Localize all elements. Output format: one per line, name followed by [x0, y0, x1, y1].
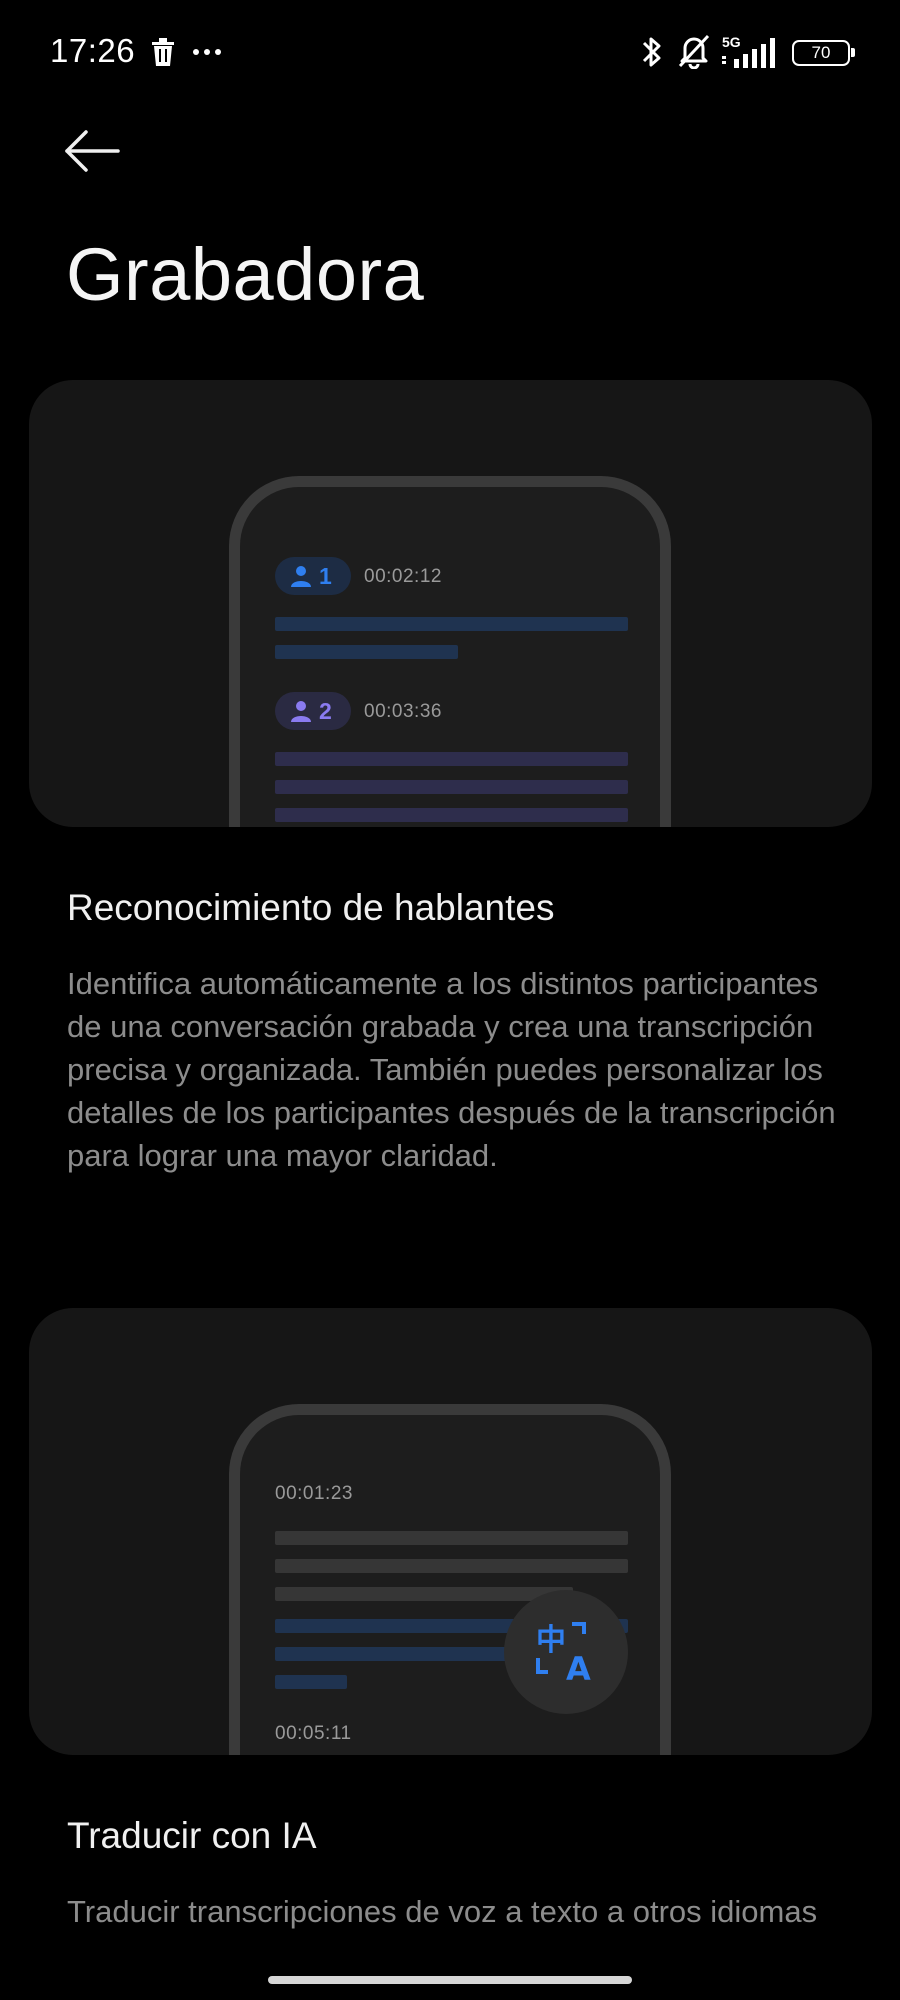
- status-bar: 17:26 5G 70: [0, 0, 900, 105]
- speaker-number: 2: [319, 697, 332, 724]
- person-icon: [291, 701, 311, 722]
- speaker-recognition-illustration: 1 00:02:12 2 00:03:36: [29, 380, 872, 827]
- bluetooth-icon: [642, 37, 661, 67]
- timestamp: 00:01:23: [275, 1483, 353, 1504]
- feature-description: Traducir transcripciones de voz a texto …: [67, 1894, 818, 1929]
- phone-mockup: 00:01:23 00:05:11: [229, 1404, 671, 1755]
- status-time: 17:26: [50, 32, 136, 69]
- translate-glyph-target: A: [566, 1650, 591, 1684]
- transcript-line: [275, 780, 628, 794]
- person-icon: [291, 566, 311, 587]
- phone-mockup: 1 00:02:12 2 00:03:36: [229, 476, 671, 827]
- speaker-number: 1: [319, 562, 332, 589]
- translated-line: [275, 1675, 347, 1689]
- back-button[interactable]: [62, 126, 126, 182]
- timestamp: 00:03:36: [364, 701, 442, 722]
- signal-icon: [722, 38, 775, 68]
- timestamp: 00:02:12: [364, 566, 442, 587]
- transcript-line: [275, 1559, 628, 1573]
- transcript-line: [275, 617, 628, 631]
- ai-translation-illustration: 00:01:23 00:05:11 中 A: [29, 1308, 872, 1755]
- transcript-line: [275, 1587, 573, 1601]
- page-title: Grabadora: [66, 233, 425, 316]
- feature-heading: Reconocimiento de hablantes: [67, 887, 555, 928]
- trash-icon: [152, 38, 174, 66]
- speaker-chip-1: 1: [275, 557, 351, 595]
- transcript-line: [275, 752, 628, 766]
- speaker-chip-2: 2: [275, 692, 351, 730]
- bell-off-icon: [678, 34, 710, 69]
- translated-line: [275, 1647, 535, 1661]
- translate-glyph-source: 中: [536, 1623, 566, 1658]
- transcript-line: [275, 1531, 628, 1545]
- feature-heading: Traducir con IA: [67, 1815, 317, 1856]
- battery-icon: 70: [792, 40, 855, 66]
- back-arrow-icon: [65, 130, 120, 172]
- scroll-fade: [0, 1930, 900, 2000]
- home-indicator[interactable]: [268, 1976, 632, 1984]
- translate-fab: 中 A: [504, 1590, 628, 1714]
- translate-icon: 中 A: [536, 1622, 591, 1684]
- transcript-line: [275, 808, 628, 822]
- transcript-line: [275, 645, 458, 659]
- more-dots-icon: [193, 49, 221, 55]
- timestamp: 00:05:11: [275, 1723, 352, 1744]
- feature-description: Identifica automáticamente a los distint…: [67, 966, 836, 1173]
